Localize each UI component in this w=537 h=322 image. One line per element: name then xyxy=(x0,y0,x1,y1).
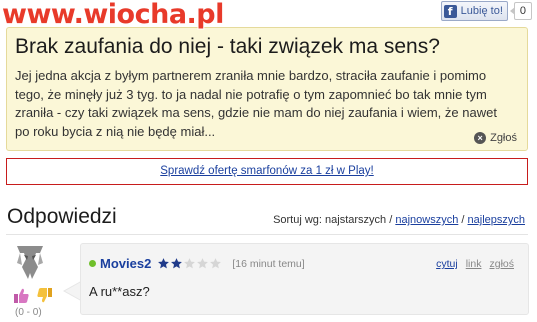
question-body: Jej jedna akcja z byłym partnerem zranił… xyxy=(15,68,497,139)
answer-timestamp: [16 minut temu] xyxy=(232,257,305,270)
vote-buttons xyxy=(13,287,53,304)
report-answer-link[interactable]: zgłoś xyxy=(489,258,514,270)
star-empty-icon xyxy=(184,258,196,269)
online-status-icon xyxy=(89,260,96,267)
facebook-like-button[interactable]: f Lubię to! xyxy=(440,1,508,21)
answer-actions: cytuj link zgłoś xyxy=(436,258,514,270)
star-empty-icon xyxy=(210,258,222,269)
report-label: Zgłoś xyxy=(490,132,517,144)
sort-separator: / xyxy=(461,214,465,226)
vote-count: (0 - 0) xyxy=(15,307,42,318)
report-question-link[interactable]: × Zgłoś xyxy=(474,132,517,144)
star-filled-icon xyxy=(171,258,183,269)
sort-options: Sortuj wg: najstarszych / najnowszych / … xyxy=(273,214,525,226)
facebook-like-label: Lubię to! xyxy=(460,5,503,17)
answers-heading: Odpowiedzi xyxy=(7,205,117,228)
permalink-link[interactable]: link xyxy=(466,258,482,270)
site-watermark: www.wiocha.pl xyxy=(2,0,224,30)
answer-header: Movies2 [16 minut temu] xyxy=(89,256,305,271)
thumb-down-icon[interactable] xyxy=(36,287,53,304)
report-x-icon: × xyxy=(474,132,487,144)
facebook-like-count: 0 xyxy=(509,2,532,20)
facebook-like-widget: f Lubię to! 0 xyxy=(440,1,532,21)
bubble-pointer-fill xyxy=(65,282,81,300)
avatar-icon xyxy=(14,243,46,281)
answer-username[interactable]: Movies2 xyxy=(100,256,151,271)
answer-text: A ru**asz? xyxy=(89,284,150,299)
rating-stars xyxy=(157,257,222,270)
facebook-f-icon: f xyxy=(443,4,457,18)
sort-prefix: Sortuj wg: najstarszych / xyxy=(273,214,393,226)
ad-banner: Sprawdź ofertę smarfonów za 1 zł w Play! xyxy=(6,158,528,185)
sort-best-link[interactable]: najlepszych xyxy=(468,214,525,226)
question-title: Brak zaufania do niej - taki związek ma … xyxy=(15,35,440,58)
answer-bubble: Movies2 [16 minut temu] cytuj link zgłoś… xyxy=(80,243,529,315)
ad-link[interactable]: Sprawdź ofertę smarfonów za 1 zł w Play! xyxy=(160,165,373,177)
thumb-up-icon[interactable] xyxy=(13,287,30,304)
star-empty-icon xyxy=(197,258,209,269)
question-box: Brak zaufania do niej - taki związek ma … xyxy=(6,27,528,151)
sort-newest-link[interactable]: najnowszych xyxy=(395,214,458,226)
quote-link[interactable]: cytuj xyxy=(436,258,458,270)
star-filled-icon xyxy=(158,258,170,269)
divider xyxy=(6,234,528,235)
